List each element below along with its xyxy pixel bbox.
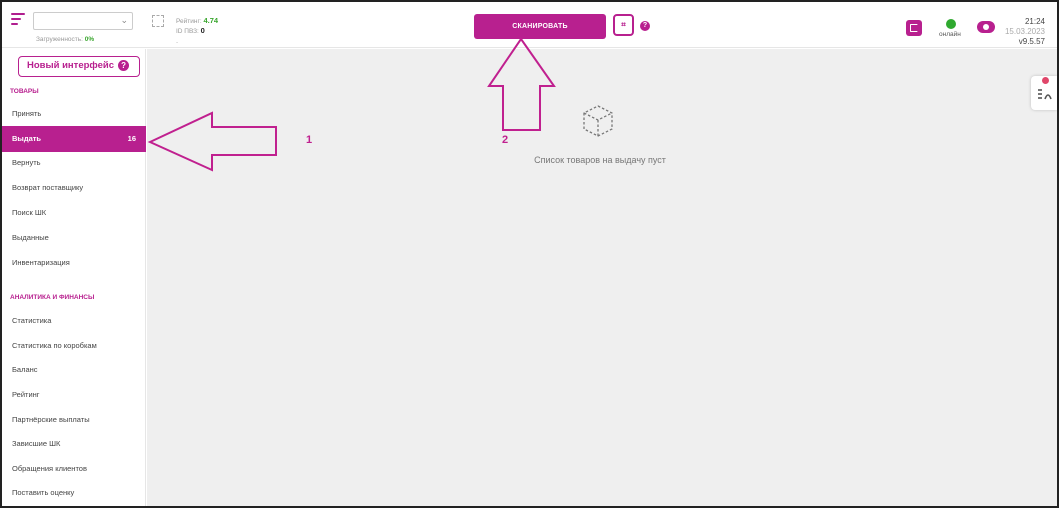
annotation-arrow-up [487, 37, 556, 131]
annotation-label-2: 2 [502, 134, 509, 146]
annotation-overlay [147, 37, 556, 172]
annotation-arrow-left [147, 111, 277, 172]
annotation-label-1: 1 [306, 134, 313, 146]
